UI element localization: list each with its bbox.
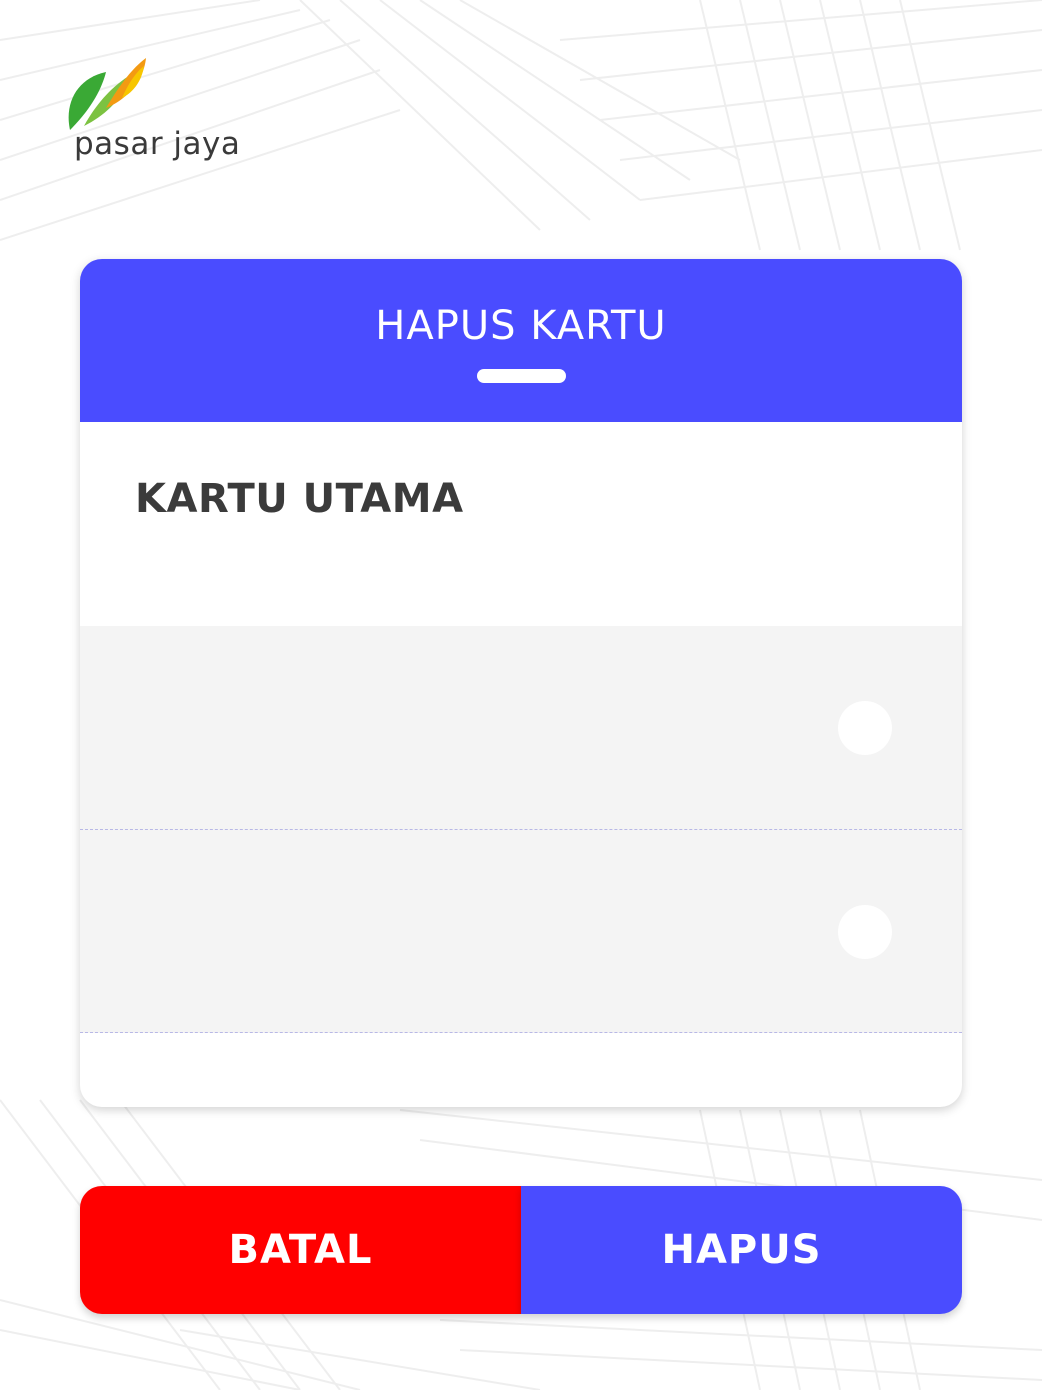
card-option-3[interactable] <box>80 830 962 1033</box>
pasar-jaya-logo: pasar jaya <box>62 52 252 170</box>
delete-button[interactable]: HAPUS <box>521 1186 962 1314</box>
card-option-2[interactable] <box>80 626 962 830</box>
card-option-primary[interactable]: KARTU UTAMA <box>80 422 962 713</box>
card-option-label: KARTU UTAMA <box>135 476 464 522</box>
leaf-logo-icon <box>68 58 146 130</box>
delete-card-dialog: HAPUS KARTU KARTU UTAMA <box>80 259 962 1107</box>
cancel-button[interactable]: BATAL <box>80 1186 521 1314</box>
logo-text: pasar jaya <box>74 126 241 162</box>
radio-unselected-icon[interactable] <box>838 701 892 755</box>
title-underline <box>477 369 566 383</box>
dialog-header: HAPUS KARTU <box>80 259 962 422</box>
dialog-title: HAPUS KARTU <box>375 303 667 349</box>
radio-unselected-icon[interactable] <box>838 905 892 959</box>
